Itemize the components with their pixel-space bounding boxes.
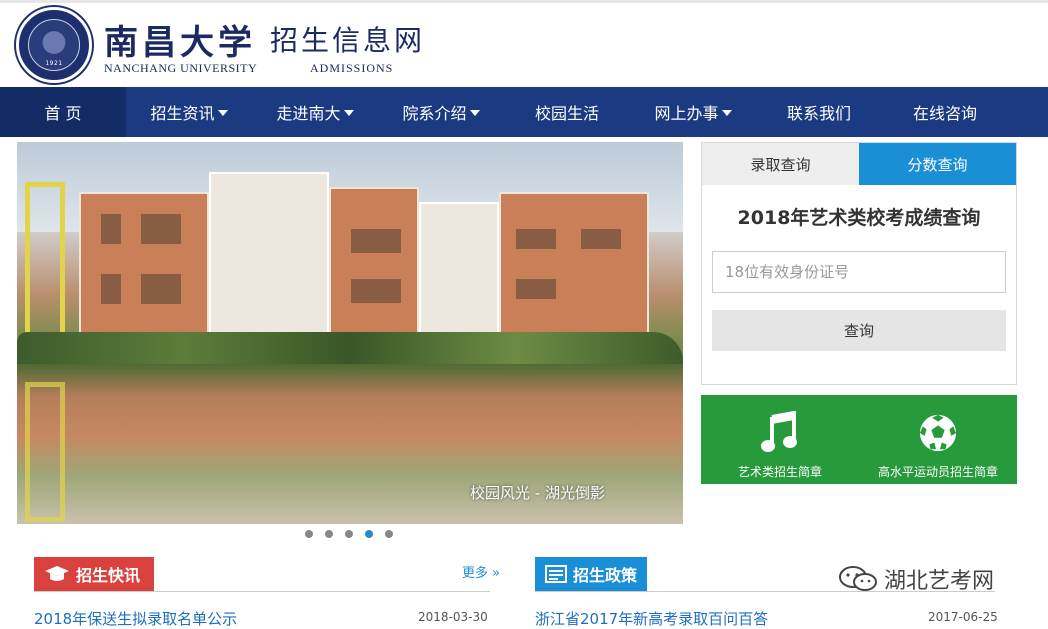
nav-label: 网上办事 (654, 104, 719, 123)
tab-score-query[interactable]: 分数查询 (859, 143, 1016, 185)
score-query-panel: 录取查询 分数查询 2018年艺术类校考成绩查询 查询 (701, 142, 1017, 385)
policy-section-header: 招生政策 (535, 557, 647, 591)
nav-label: 招生资讯 (150, 104, 215, 123)
nav-label: 走进南大 (276, 104, 341, 123)
slide-dot[interactable] (305, 530, 313, 538)
quick-link-label: 高水平运动员招生简章 (877, 465, 998, 479)
soccer-ball-icon (918, 413, 958, 453)
nav-label: 校园生活 (534, 104, 599, 123)
banner-yellow-reflection (25, 382, 65, 522)
nav-label: 首 页 (44, 104, 82, 123)
policy-item-date: 2017-06-25 (928, 610, 998, 624)
nav-label: 院系介绍 (402, 104, 467, 123)
nav-item-home[interactable]: 首 页 (0, 87, 126, 137)
slide-dot[interactable] (385, 530, 393, 538)
policy-item-title[interactable]: 浙江省2017年新高考录取百问百答 (535, 608, 768, 629)
query-title: 2018年艺术类校考成绩查询 (737, 207, 981, 229)
slide-dot[interactable] (345, 530, 353, 538)
music-note-icon (760, 411, 800, 453)
news-section-divider (34, 591, 490, 592)
caret-down-icon (469, 110, 480, 116)
quick-link-label: 艺术类招生简章 (737, 465, 822, 479)
query-submit-button[interactable]: 查询 (712, 310, 1006, 351)
nav-item-online-consult[interactable]: 在线咨询 (882, 87, 1008, 137)
slide-dot-active[interactable] (365, 530, 373, 538)
university-name-en: NANCHANG UNIVERSITY (104, 61, 258, 75)
nav-item-about[interactable]: 走进南大 (252, 87, 378, 137)
wechat-icon (839, 566, 877, 591)
news-section-header: 招生快讯 (34, 557, 154, 591)
watermark-text: 湖北艺考网 (884, 569, 995, 594)
banner-building (329, 187, 419, 342)
main-nav: 首 页 招生资讯 走进南大 院系介绍 校园生活 网上办事 联系我们 在线咨询 (0, 87, 1048, 137)
nav-item-contact[interactable]: 联系我们 (756, 87, 882, 137)
banner-caption: 校园风光 - 湖光倒影 (470, 484, 605, 502)
watermark: 湖北艺考网 (838, 563, 994, 595)
policy-section-title: 招生政策 (573, 566, 638, 585)
caret-down-icon (721, 110, 732, 116)
nav-label: 在线咨询 (912, 104, 977, 123)
nav-item-departments[interactable]: 院系介绍 (378, 87, 504, 137)
slide-dot[interactable] (325, 530, 333, 538)
site-title: 招生信息网 (270, 24, 426, 57)
tab-admission-query[interactable]: 录取查询 (702, 143, 859, 185)
id-number-input[interactable] (712, 251, 1006, 293)
seal-tree-emblem: 1921 (28, 19, 80, 71)
banner-building (499, 192, 649, 342)
list-icon (545, 565, 567, 583)
news-item-date: 2018-03-30 (418, 610, 488, 624)
university-seal-logo[interactable]: 1921 (16, 7, 92, 83)
seal-year: 1921 (45, 60, 63, 67)
nav-item-campus-life[interactable]: 校园生活 (504, 87, 630, 137)
banner-building (209, 172, 329, 342)
site-subtitle: ADMISSIONS (310, 61, 394, 75)
news-section-title: 招生快讯 (76, 566, 141, 585)
banner-slideshow[interactable] (17, 142, 683, 524)
caret-down-icon (343, 110, 354, 116)
nav-label: 联系我们 (786, 104, 851, 123)
news-item-title[interactable]: 2018年保送生拟录取名单公示 (34, 608, 237, 629)
banner-yellow-frame (25, 182, 65, 352)
news-more-link[interactable]: 更多 » (462, 562, 500, 581)
athlete-admission-guide-link[interactable]: 高水平运动员招生简章 (859, 395, 1017, 484)
banner-building (419, 202, 499, 342)
quick-links-panel: 艺术类招生简章 高水平运动员招生简章 (701, 395, 1017, 484)
nav-item-admissions-news[interactable]: 招生资讯 (126, 87, 252, 137)
banner-building (79, 192, 209, 342)
art-admission-guide-link[interactable]: 艺术类招生简章 (701, 395, 859, 484)
graduation-cap-icon (45, 566, 69, 581)
caret-down-icon (217, 110, 228, 116)
university-name-cn: 南昌大学 (104, 23, 256, 63)
slide-indicators (305, 530, 393, 538)
query-tabs: 录取查询 分数查询 (702, 143, 1016, 185)
nav-item-online-services[interactable]: 网上办事 (630, 87, 756, 137)
site-header: 1921 南昌大学 NANCHANG UNIVERSITY 招生信息网 ADMI… (0, 3, 1048, 87)
